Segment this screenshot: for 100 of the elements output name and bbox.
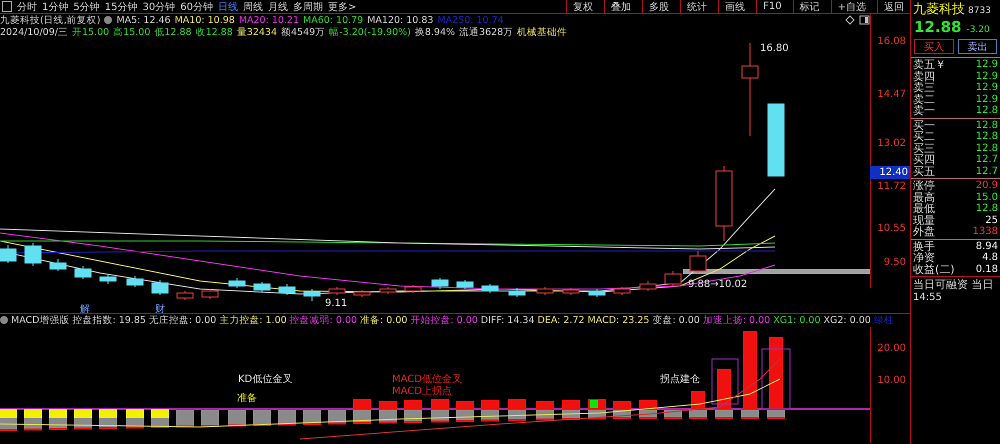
- quote-value: 15.0: [976, 192, 998, 203]
- chart-title: 九菱科技(日线,前复权): [0, 14, 100, 26]
- quote-label: 买五: [913, 164, 935, 179]
- candlestick: [304, 288, 320, 302]
- candlestick: [228, 278, 246, 288]
- quote-label: 收益(二): [913, 262, 955, 277]
- quote-value: 12.9: [976, 70, 998, 82]
- quote-info: 量32434: [236, 26, 278, 38]
- trade-time: 14:55: [912, 292, 943, 303]
- candlestick: [432, 278, 448, 290]
- panel-toggle-icon[interactable]: [859, 15, 870, 25]
- period-tab[interactable]: 1分钟: [42, 0, 68, 14]
- quote-label: 最高: [913, 190, 935, 204]
- buy-button[interactable]: 买入: [914, 39, 954, 54]
- quote-label: 外盘: [913, 225, 935, 240]
- histogram-bar: [431, 398, 449, 422]
- indicator-name: MACD增强版: [11, 314, 70, 327]
- margin-label: 当日可融资 当日: [911, 276, 1000, 292]
- indicator-value: 控盘指数: 19.85: [72, 314, 146, 327]
- histogram-bar: [0, 408, 17, 431]
- chart-annotation: 9.88→10.02: [688, 279, 748, 290]
- quote-value: 0.18: [976, 264, 998, 275]
- candlestick: [640, 280, 656, 292]
- period-tab[interactable]: 5分钟: [73, 0, 100, 14]
- histogram-bar: [613, 400, 631, 419]
- indicator-value: DIFF: 14.34: [480, 314, 535, 326]
- signal-label: KD低位金叉: [238, 374, 292, 385]
- indicator-value: 加速上扬: 0.00: [702, 314, 770, 327]
- candlestick: [664, 270, 682, 286]
- indicator-value: 变盘: 0.00: [652, 314, 700, 327]
- quote-info: 2024/10/09/三: [0, 26, 68, 38]
- histogram-bar: [278, 410, 296, 426]
- quote-value: 20.9: [976, 180, 998, 192]
- histogram-bar: [562, 400, 580, 420]
- candlestick: [380, 286, 396, 294]
- indicator-value: 开始控盘: 0.00: [410, 314, 478, 327]
- candlestick: [278, 284, 296, 296]
- candlestick: [24, 242, 42, 266]
- histogram-bar: [151, 408, 169, 428]
- candlestick: [74, 266, 92, 280]
- price-axis-label: 11.72: [877, 181, 906, 192]
- chart-annotation: 财: [155, 304, 165, 313]
- signal-label: 准备: [237, 392, 257, 404]
- indicator-value: XG1: 0.00: [773, 314, 820, 326]
- price-change: -3.20: [966, 25, 990, 35]
- histogram-bar: [228, 410, 246, 426]
- price-axis-label: 10.55: [877, 223, 906, 234]
- period-tab[interactable]: 15分钟: [104, 0, 138, 14]
- indicator-value: 无庄控盘: 0.00: [148, 314, 216, 327]
- dropdown-icon[interactable]: [104, 16, 112, 24]
- histogram-bar: [456, 400, 474, 422]
- indicator-value: XG2: 0.00: [824, 314, 871, 326]
- quote-label: 买二: [913, 130, 935, 144]
- quote-label: 涨停: [913, 178, 935, 192]
- histogram-bar: [74, 408, 92, 430]
- period-tab[interactable]: 30分钟: [142, 0, 176, 14]
- candlestick: [482, 284, 498, 294]
- candlestick: [536, 286, 554, 296]
- indicator-value: 控盘减弱: 0.00: [290, 314, 358, 327]
- dropdown-icon[interactable]: [0, 316, 8, 324]
- ma-value: MA120: 10.83: [367, 14, 434, 26]
- period-tab[interactable]: 多周期: [292, 0, 323, 14]
- quote-value: 12.8: [976, 203, 998, 214]
- quote-value: 12.9: [976, 94, 998, 105]
- quote-value: 12.8: [976, 142, 998, 154]
- panel-icon[interactable]: [2, 1, 12, 12]
- ma-value: MA10: 10.98: [174, 14, 235, 26]
- quote-value: 8.94: [976, 240, 998, 252]
- quote-value: 25: [985, 214, 998, 226]
- indicator-value: 主力控盘: 1.00: [219, 314, 287, 327]
- period-tab[interactable]: 周线: [242, 0, 263, 14]
- price-axis-label: 16.08: [877, 36, 906, 47]
- quote-label: 卖一: [913, 104, 935, 118]
- chart-annotation: 16.80: [760, 43, 789, 54]
- diamond-icon[interactable]: [845, 15, 855, 25]
- quote-label: 买三: [913, 142, 935, 155]
- quote-label: 卖三: [913, 81, 935, 94]
- quote-info: 收12.88: [196, 26, 233, 38]
- quote-info: 幅-3.20(-19.90%): [329, 26, 411, 38]
- stock-code: 8733: [968, 6, 991, 16]
- ma-value: MA20: 10.21: [238, 14, 300, 26]
- ma-value: MA5: 12.46: [116, 14, 171, 26]
- quote-label: 最低: [913, 202, 935, 216]
- quote-value: 12.8: [976, 131, 998, 142]
- period-tab[interactable]: 月线: [268, 0, 288, 14]
- indicator-value: 绿柱: [874, 314, 894, 327]
- period-tab[interactable]: 60分钟: [180, 0, 213, 14]
- histogram-bar: [24, 408, 42, 430]
- period-tab[interactable]: 日线: [218, 0, 238, 14]
- period-tab[interactable]: 更多>: [328, 0, 356, 14]
- quote-label: 换手: [913, 238, 935, 253]
- candlestick: [126, 276, 144, 288]
- histogram-bar: [303, 410, 321, 425]
- sell-button[interactable]: 卖出: [958, 39, 997, 54]
- quote-label: 买一: [913, 118, 935, 132]
- candlestick: [152, 280, 168, 296]
- candlestick: [328, 286, 346, 296]
- price-axis-label: 9.50: [884, 257, 906, 268]
- histogram-bar: [253, 410, 271, 426]
- period-tab[interactable]: 分时: [17, 0, 37, 14]
